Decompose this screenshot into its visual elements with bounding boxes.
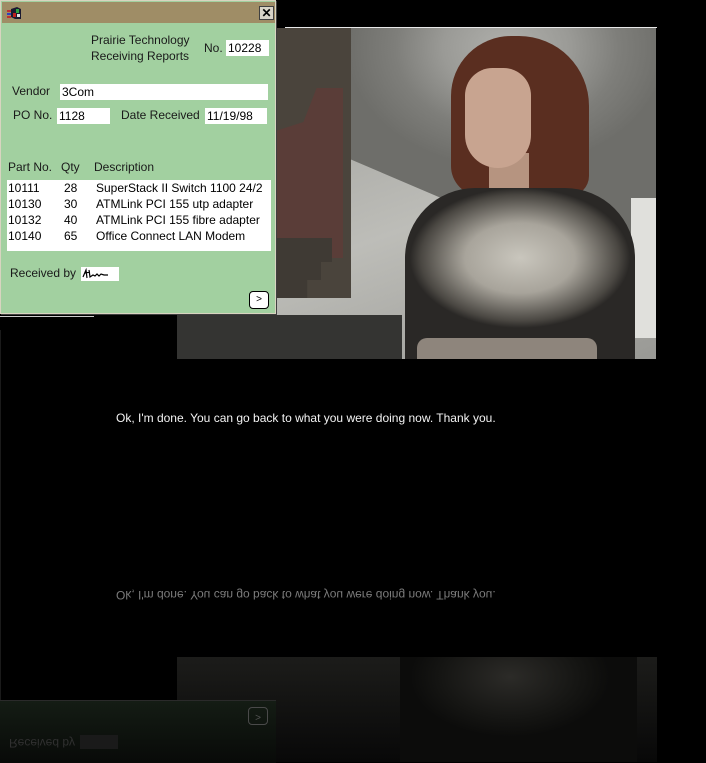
report-number-field[interactable]: 10228 xyxy=(226,40,269,56)
parts-list[interactable]: 10111 28 SuperStack II Switch 1100 24/2 … xyxy=(7,180,271,251)
quantity: 30 xyxy=(64,197,78,211)
reflection-edge xyxy=(0,330,1,700)
quantity: 65 xyxy=(64,229,78,243)
desk-front xyxy=(177,315,402,359)
description: ATMLink PCI 155 fibre adapter xyxy=(96,213,260,227)
app-icon xyxy=(7,7,21,19)
narration-message: Ok, I'm done. You can go back to what yo… xyxy=(116,411,496,425)
vendor-label: Vendor xyxy=(12,84,51,98)
company-line-1: Prairie Technology xyxy=(91,33,190,47)
character-face xyxy=(465,68,531,168)
column-header-description: Description xyxy=(94,160,155,174)
part-number: 10130 xyxy=(8,197,42,211)
column-header-part: Part No. xyxy=(8,160,53,174)
company-name: Prairie Technology Receiving Reports xyxy=(91,32,190,64)
titlebar: ✕ xyxy=(2,2,275,23)
reflected-character xyxy=(400,657,637,762)
received-by-label: Received by xyxy=(10,266,77,280)
description: SuperStack II Switch 1100 24/2 xyxy=(96,181,263,195)
divider xyxy=(0,316,94,317)
next-button[interactable]: > xyxy=(249,291,269,309)
part-number: 10132 xyxy=(8,213,42,227)
receiving-report-window: ✕ Prairie Technology Receiving Reports N… xyxy=(0,0,276,314)
reflected-received-by: Received by xyxy=(9,736,76,750)
quantity: 40 xyxy=(64,213,78,227)
company-line-2: Receiving Reports xyxy=(91,49,190,63)
reflected-next-button: > xyxy=(248,707,268,725)
reflected-message: Ok, I'm done. You can go back to what yo… xyxy=(116,588,496,602)
signature-icon xyxy=(82,267,108,279)
reflected-scene xyxy=(177,657,657,762)
quantity: 28 xyxy=(64,181,78,195)
part-number: 10111 xyxy=(8,181,40,195)
po-label: PO No. xyxy=(13,108,53,122)
reflected-dialog xyxy=(0,700,276,763)
date-received-label: Date Received xyxy=(121,108,200,122)
reflected-signature xyxy=(80,735,118,749)
description: ATMLink PCI 155 utp adapter xyxy=(96,197,254,211)
vendor-field[interactable]: 3Com xyxy=(60,84,268,100)
date-received-field[interactable]: 11/19/98 xyxy=(205,108,267,124)
part-number: 10140 xyxy=(8,229,42,243)
character-hands xyxy=(417,338,597,359)
close-button[interactable]: ✕ xyxy=(259,6,274,20)
character-scene xyxy=(277,28,656,359)
signature-field xyxy=(81,267,119,281)
description: Office Connect LAN Modem xyxy=(96,229,246,243)
column-header-qty: Qty xyxy=(61,160,80,174)
report-number-label: No. xyxy=(204,41,223,55)
character-shirt xyxy=(405,188,635,359)
po-field[interactable]: 1128 xyxy=(57,108,110,124)
